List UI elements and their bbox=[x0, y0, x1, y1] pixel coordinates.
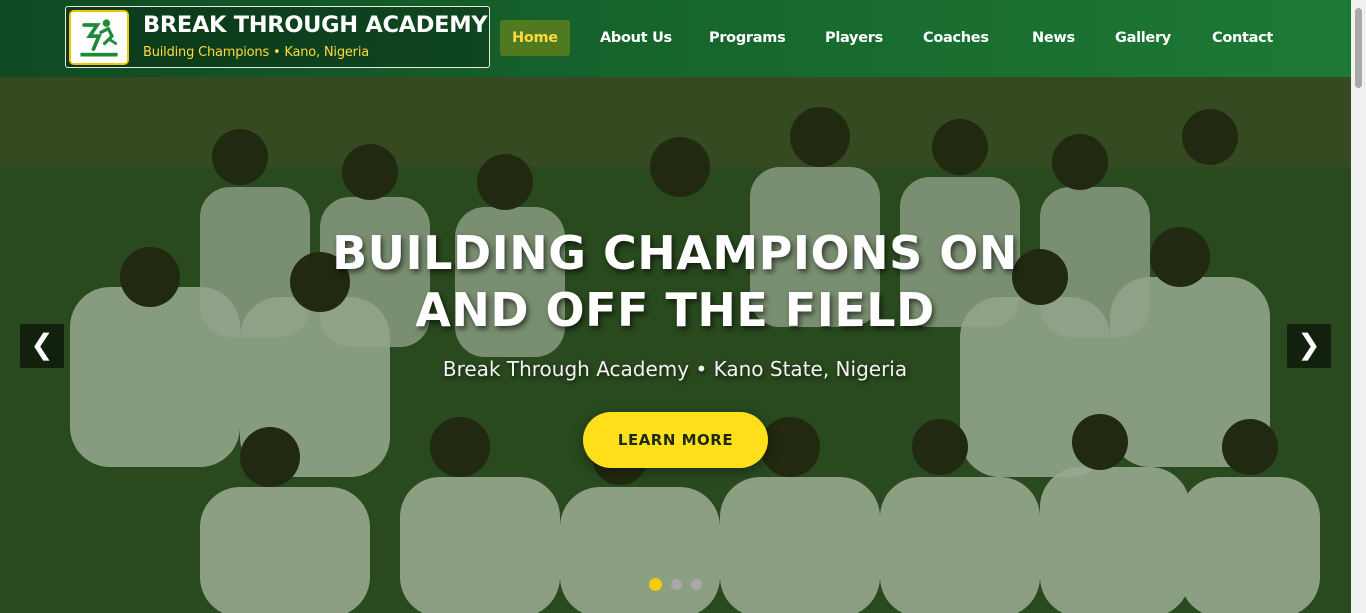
brand-title: BREAK THROUGH ACADEMY bbox=[143, 12, 488, 38]
carousel-prev-button[interactable]: ❮ bbox=[20, 324, 64, 368]
nav-about-us[interactable]: About Us bbox=[600, 20, 672, 56]
brand-link[interactable]: BREAK THROUGH ACADEMY Building Champions… bbox=[65, 6, 490, 68]
carousel-dot-1[interactable] bbox=[649, 578, 662, 591]
page-scrollbar[interactable] bbox=[1351, 0, 1366, 613]
nav-players[interactable]: Players bbox=[825, 20, 883, 56]
nav-gallery[interactable]: Gallery bbox=[1115, 20, 1171, 56]
hero-carousel: BUILDING CHAMPIONS ON AND OFF THE FIELD … bbox=[0, 77, 1351, 613]
nav-news[interactable]: News bbox=[1032, 20, 1075, 56]
carousel-next-button[interactable]: ❯ bbox=[1287, 324, 1331, 368]
scrollbar-thumb[interactable] bbox=[1355, 8, 1362, 88]
nav-home[interactable]: Home bbox=[500, 20, 570, 56]
nav-contact[interactable]: Contact bbox=[1212, 20, 1273, 56]
hero-overlay bbox=[0, 77, 1351, 613]
nav-programs[interactable]: Programs bbox=[709, 20, 786, 56]
runner-logo-icon bbox=[69, 10, 129, 65]
carousel-dot-3[interactable] bbox=[691, 579, 702, 590]
hero-subtitle: Break Through Academy • Kano State, Nige… bbox=[442, 357, 908, 381]
site-header: BREAK THROUGH ACADEMY Building Champions… bbox=[0, 0, 1351, 77]
carousel-dot-2[interactable] bbox=[671, 579, 682, 590]
brand-tagline: Building Champions • Kano, Nigeria bbox=[143, 45, 370, 60]
nav-coaches[interactable]: Coaches bbox=[923, 20, 989, 56]
hero-title-line-1: BUILDING CHAMPIONS ON bbox=[332, 226, 1018, 280]
hero-title: BUILDING CHAMPIONS ON AND OFF THE FIELD bbox=[250, 225, 1100, 339]
hero-title-line-2: AND OFF THE FIELD bbox=[415, 283, 935, 337]
learn-more-button[interactable]: LEARN MORE bbox=[583, 412, 768, 468]
